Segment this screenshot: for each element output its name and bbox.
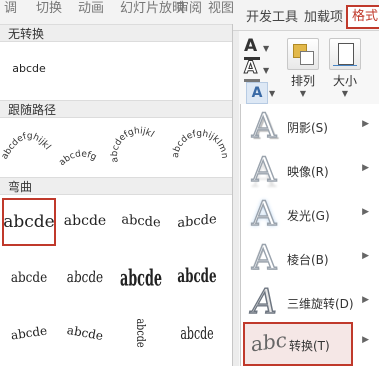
tab-format[interactable]: 格式 (346, 5, 379, 29)
tab-review[interactable]: 审阅 (176, 0, 202, 16)
gallery-item-warp-chevron-down[interactable]: abcde (58, 248, 111, 306)
text-outline-dropdown-icon[interactable]: ▼ (263, 66, 269, 75)
bevel-icon: A (251, 238, 277, 278)
svg-text:abcdefghijkl: abcdefghijkl (110, 126, 156, 163)
menu-item-label: 转换(T) (289, 339, 330, 353)
gallery-item-warp-arch-down[interactable]: abcde (56, 306, 113, 360)
gallery-item-warp-button[interactable]: abcde (172, 299, 222, 368)
text-fill-icon: A (244, 36, 258, 56)
menu-item-label: 阴影(S) (287, 121, 328, 135)
transform-gallery: 无转换 abcde 跟随路径 abcdefghijkl abcdefg abcd… (0, 24, 233, 366)
text-outline-button[interactable]: A (243, 58, 260, 82)
gallery-item-warp-stop[interactable]: abcde (60, 198, 110, 244)
menu-item-label: 映像(R) (287, 165, 329, 179)
menu-item-label: 棱台(B) (287, 253, 329, 267)
sample-text: abcde (12, 61, 46, 75)
tab-view[interactable]: 视图 (208, 0, 234, 16)
text-effects-icon: A (251, 85, 263, 101)
gallery-item-warp-triangle-down[interactable]: abcde (172, 195, 222, 246)
sample-text: abcdefghijkl (0, 131, 52, 161)
menu-item-glow[interactable]: A 发光(G) ▶ (241, 194, 379, 238)
size-icon (329, 38, 361, 70)
sample-text: abcde (65, 322, 105, 344)
tab-cut-1[interactable]: 调 (4, 0, 17, 16)
section-header-follow-path: 跟随路径 (0, 100, 232, 118)
text-fill-dropdown-icon[interactable]: ▼ (263, 44, 269, 53)
text-effects-button[interactable]: A (246, 82, 268, 104)
menu-item-shadow[interactable]: A 阴影(S) ▶ (241, 106, 379, 150)
sample-text: abcde (177, 266, 217, 288)
menu-item-transform[interactable]: abc 转换(T) (243, 322, 353, 366)
sample-text: abcde (119, 263, 163, 291)
submenu-arrow-icon: ▶ (362, 207, 369, 217)
gallery-item-warp-ring-inside[interactable]: abcde (119, 245, 163, 309)
text-effects-menu: A 阴影(S) ▶ A 映像(R) ▶ A 发光(G) ▶ A 棱台(B) ▶ … (240, 104, 379, 366)
text-outline-icon: A (243, 58, 258, 79)
menu-item-bevel[interactable]: A 棱台(B) ▶ (241, 238, 379, 282)
menu-item-label: 三维旋转(D) (287, 297, 354, 311)
gallery-item-button[interactable]: abcdefghijklmn (171, 129, 229, 159)
gallery-item-warp-triangle-up[interactable]: abcde (116, 196, 166, 246)
sample-text: abcdefg (57, 149, 98, 168)
section-header-no-transform: 无转换 (0, 24, 232, 42)
submenu-arrow-icon: ▶ (362, 251, 369, 261)
reflection-icon: A (251, 150, 277, 190)
follow-path-row: abcdefghijkl abcdefg abcdefghijkl abcdef… (0, 126, 229, 168)
sample-text: abcde (66, 268, 104, 286)
submenu-arrow-icon: ▶ (362, 119, 369, 129)
3d-rotation-icon: A (247, 281, 280, 322)
arrange-label: 排列 (290, 74, 315, 88)
size-button[interactable]: 大小 ▼ (328, 38, 362, 98)
submenu-arrow-icon: ▶ (362, 163, 369, 173)
sample-text: abcde (10, 323, 48, 343)
size-dropdown-icon: ▼ (341, 89, 349, 98)
gallery-item-warp-plain[interactable]: abcde (2, 198, 56, 246)
menu-item-label: 发光(G) (287, 209, 330, 223)
tab-animations[interactable]: 动画 (78, 0, 104, 16)
glow-icon: A (251, 194, 277, 234)
arrange-icon (287, 38, 319, 70)
gallery-item-circle[interactable]: abcdefghijkl (110, 126, 156, 163)
size-label: 大小 (332, 74, 357, 88)
gallery-item-warp-circle[interactable]: abcde (118, 313, 164, 353)
transform-icon: abc (251, 327, 287, 357)
svg-text:abcdefghijklmn: abcdefghijklmn (171, 129, 229, 159)
submenu-arrow-icon: ▶ (362, 335, 369, 345)
gallery-item-arch-up[interactable]: abcdefghijkl (0, 131, 52, 161)
sample-text: abcde (121, 211, 161, 231)
ribbon-separator (233, 31, 239, 366)
tab-developer[interactable]: 开发工具 (246, 6, 298, 25)
arrange-button[interactable]: 排列 ▼ (286, 38, 320, 98)
text-effects-dropdown-icon[interactable]: ▼ (269, 89, 275, 98)
sample-text: abcde (134, 318, 148, 348)
sample-text: abcde (180, 323, 214, 343)
arrange-dropdown-icon: ▼ (299, 89, 307, 98)
submenu-arrow-icon: ▶ (362, 295, 369, 305)
svg-text:abcdefghijkl: abcdefghijkl (0, 131, 52, 161)
sample-text: abcdefghijklmn (171, 129, 229, 159)
gallery-item-warp-chevron-up[interactable]: abcde (4, 249, 54, 304)
menu-item-reflection[interactable]: A 映像(R) ▶ (241, 150, 379, 194)
section-header-warp: 弯曲 (0, 177, 232, 195)
gallery-item-no-transform[interactable]: abcde (4, 46, 54, 90)
shadow-icon: A (251, 106, 277, 146)
gallery-item-warp-arch-up[interactable]: abcde (1, 307, 57, 360)
sample-text: abcde (177, 211, 217, 231)
menu-item-3d-rotation[interactable]: A 三维旋转(D) ▶ (241, 281, 379, 326)
gallery-item-arch-down[interactable]: abcdefg (57, 149, 98, 168)
text-fill-button[interactable]: A (244, 36, 260, 60)
svg-text:abcdefg: abcdefg (57, 149, 98, 168)
sample-text: abcde (3, 212, 55, 232)
tab-addins[interactable]: 加载项 (304, 6, 343, 25)
sample-text: abcde (10, 268, 48, 286)
sample-text: abcdefghijkl (110, 126, 156, 163)
sample-text: abcde (63, 213, 107, 229)
tab-transitions[interactable]: 切换 (36, 0, 62, 16)
